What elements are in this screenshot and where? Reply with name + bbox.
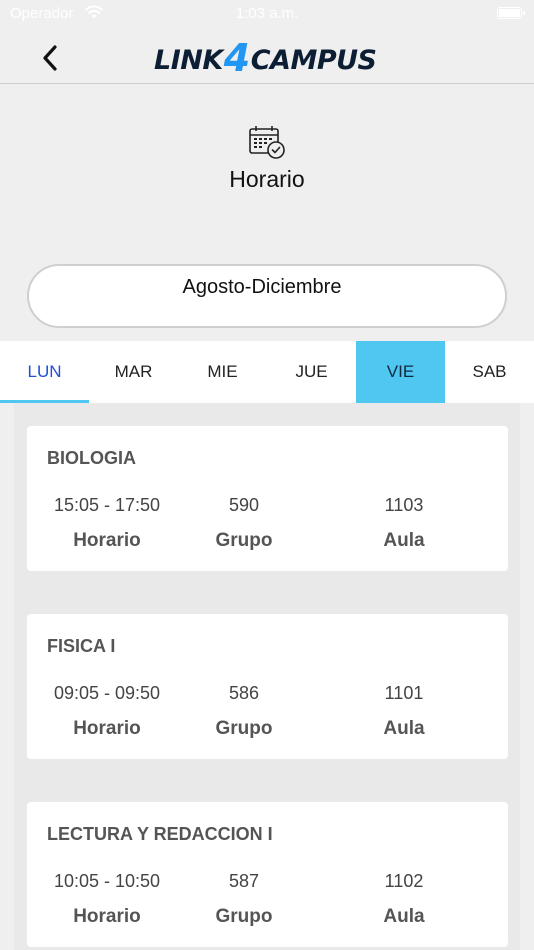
battery-icon [497, 7, 525, 19]
course-card[interactable]: BIOLOGIA 15:05 - 17:50 590 1103 Horario … [27, 426, 508, 571]
horario-label: Horario [73, 718, 141, 739]
course-horario-value: 09:05 - 09:50 [53, 683, 161, 703]
grupo-label: Grupo [215, 718, 273, 739]
course-name: LECTURA Y REDACCION I [47, 824, 273, 844]
course-horario-value: 10:05 - 10:50 [53, 871, 161, 891]
status-bar: Operador 1:03 a.m. [0, 0, 534, 30]
clock: 1:03 a.m. [235, 5, 299, 22]
course-aula-value: 1101 [384, 683, 424, 703]
course-name: BIOLOGIA [47, 448, 136, 468]
calendar-check-icon [249, 126, 285, 159]
tab-sab[interactable]: SAB [445, 341, 534, 403]
logo-text-left: LINK [154, 44, 223, 76]
tab-lun[interactable]: LUN [0, 341, 89, 403]
tab-vie[interactable]: VIE [356, 341, 445, 403]
page-title: Horario [229, 166, 305, 192]
course-aula-value: 1102 [384, 871, 424, 891]
course-horario-value: 15:05 - 17:50 [53, 495, 161, 515]
aula-label: Aula [383, 718, 425, 739]
course-card[interactable]: LECTURA Y REDACCION I 10:05 - 10:50 587 … [27, 802, 508, 947]
aula-label: Aula [383, 530, 425, 551]
tab-mie[interactable]: MIE [178, 341, 267, 403]
tab-mar[interactable]: MAR [89, 341, 178, 403]
day-tabs: LUN MAR MIE JUE VIE SAB [0, 341, 534, 403]
course-name: FISICA I [47, 636, 116, 656]
back-button[interactable] [36, 42, 64, 74]
course-grupo-value: 590 [228, 495, 260, 515]
period-label: Agosto-Diciembre [182, 276, 342, 298]
course-grupo-value: 586 [228, 683, 260, 703]
logo-text-right: CAMPUS [250, 44, 377, 76]
logo-number: 4 [223, 36, 250, 80]
app-logo: LINK 4 CAMPUS [154, 36, 377, 80]
course-grupo-value: 587 [228, 871, 260, 891]
aula-label: Aula [383, 906, 425, 927]
grupo-label: Grupo [215, 906, 273, 927]
course-list[interactable]: BIOLOGIA 15:05 - 17:50 590 1103 Horario … [14, 403, 520, 950]
grupo-label: Grupo [215, 530, 273, 551]
navbar: LINK 4 CAMPUS [0, 30, 534, 84]
period-selector[interactable]: Agosto-Diciembre [27, 264, 507, 328]
horario-label: Horario [73, 906, 141, 927]
chevron-left-icon [43, 45, 57, 71]
course-aula-value: 1103 [384, 495, 424, 515]
course-card[interactable]: FISICA I 09:05 - 09:50 586 1101 Horario … [27, 614, 508, 759]
tab-jue[interactable]: JUE [267, 341, 356, 403]
horario-label: Horario [73, 530, 141, 551]
